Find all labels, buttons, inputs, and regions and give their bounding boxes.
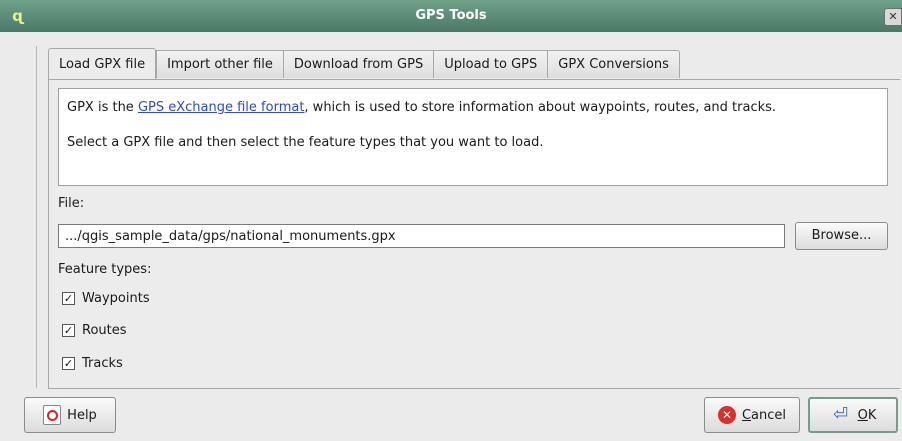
gps-tools-dialog: ɋ GPS Tools ✕ Load GPX file Import other… [0, 0, 902, 441]
tab-download-from-gps[interactable]: Download from GPS [282, 50, 434, 78]
checkbox-checked-icon[interactable]: ✓ [62, 323, 75, 337]
tab-import-other-file[interactable]: Import other file [156, 50, 283, 78]
help-icon [43, 405, 62, 425]
close-icon: ✕ [888, 10, 898, 23]
title-bar[interactable]: ɋ GPS Tools ✕ [0, 0, 902, 32]
info-line-1: GPX is the GPS eXchange file format, whi… [67, 100, 776, 115]
window-title: GPS Tools [415, 8, 487, 23]
routes-checkbox[interactable]: ✓ Routes [62, 320, 127, 340]
ok-button[interactable]: ⏎ OK [808, 397, 898, 433]
info-box: GPX is the GPS eXchange file format, whi… [58, 88, 888, 186]
cancel-label: Cancel [741, 407, 787, 423]
tab-bar: Load GPX file Import other file Download… [48, 48, 680, 79]
help-label: Help [67, 407, 97, 423]
routes-label: Routes [82, 322, 127, 338]
help-button[interactable]: Help [24, 397, 116, 433]
frame-divider [36, 46, 37, 388]
close-button[interactable]: ✕ [884, 8, 902, 26]
cancel-icon: ✕ [717, 406, 736, 424]
tracks-checkbox[interactable]: ✓ Tracks [62, 353, 123, 373]
ok-icon: ⏎ [833, 404, 849, 425]
browse-button[interactable]: Browse... [795, 222, 888, 250]
tracks-label: Tracks [82, 355, 123, 371]
feature-types-label: Feature types: [58, 262, 152, 277]
checkbox-checked-icon[interactable]: ✓ [62, 356, 75, 370]
tab-gpx-conversions[interactable]: GPX Conversions [547, 50, 680, 78]
checkbox-checked-icon[interactable]: ✓ [62, 291, 75, 305]
info-line-2: Select a GPX file and then select the fe… [67, 135, 544, 150]
info-suffix: , which is used to store information abo… [304, 100, 777, 115]
tab-upload-to-gps[interactable]: Upload to GPS [433, 50, 548, 78]
cancel-button[interactable]: ✕ Cancel [704, 397, 800, 433]
file-path-input[interactable] [58, 224, 785, 248]
file-label: File: [58, 196, 85, 211]
tab-load-gpx-file[interactable]: Load GPX file [48, 48, 157, 79]
gpx-format-link[interactable]: GPS eXchange file format [138, 100, 304, 115]
ok-label: OK [857, 407, 877, 423]
info-prefix: GPX is the [67, 100, 138, 115]
waypoints-label: Waypoints [82, 290, 150, 306]
waypoints-checkbox[interactable]: ✓ Waypoints [62, 288, 150, 308]
